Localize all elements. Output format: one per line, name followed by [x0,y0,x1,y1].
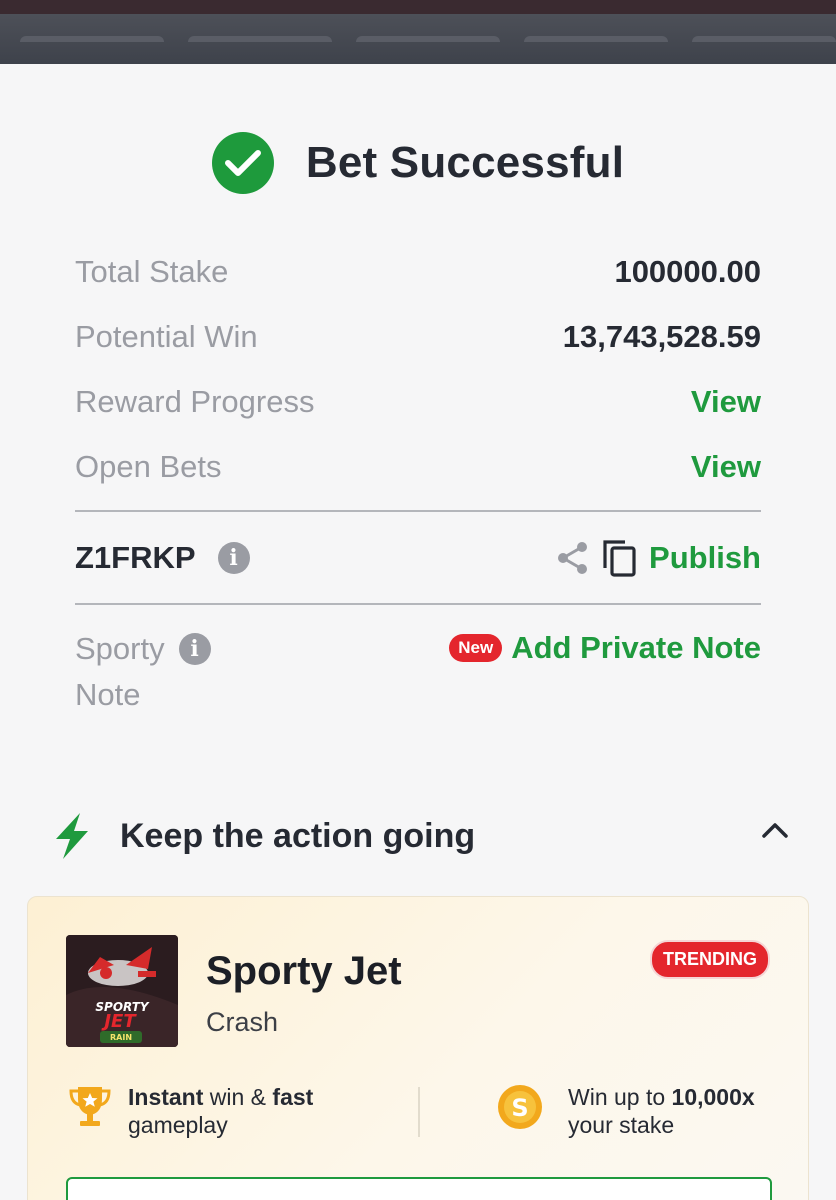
potential-win-row: Potential Win 13,743,528.59 [75,315,761,359]
feature-text-bold: 10,000x [671,1084,755,1110]
reward-progress-label: Reward Progress [75,384,315,419]
coin-icon: S [498,1085,542,1129]
top-tab[interactable] [20,36,164,42]
sporty-note-label-line1: Sporty [75,631,165,666]
open-bets-label: Open Bets [75,449,222,484]
top-tab[interactable] [188,36,332,42]
feature-text: win & [203,1084,273,1110]
feature-text-bold: Instant [128,1084,204,1110]
game-category: Crash [206,1007,279,1037]
total-stake-label: Total Stake [75,254,229,289]
share-icon[interactable] [555,540,591,576]
feature-win-up-to: S Win up to 10,000x your stake [496,1083,755,1139]
info-icon[interactable]: i [217,542,250,574]
potential-win-label: Potential Win [75,319,258,354]
top-app-bar [0,0,836,64]
svg-text:JET: JET [101,1011,137,1032]
top-tab[interactable] [692,36,836,42]
add-private-note-group: New Add Private Note [449,630,761,666]
feature-instant-win: Instant win & fast gameplay [68,1083,313,1139]
trending-badge: TRENDING [650,940,770,979]
success-header: Bet Successful [0,128,836,198]
feature-text: gameplay [128,1112,228,1138]
svg-text:S: S [511,1094,528,1122]
game-thumbnail[interactable]: SPORTY JET RAIN [66,935,178,1047]
booking-code: Z1FRKP i [75,540,250,576]
sporty-note-row: Sporty i Note New Add Private Note [75,626,761,726]
new-badge: New [449,634,503,662]
top-tab[interactable] [356,36,500,42]
lightning-icon [56,813,88,859]
trophy-icon [69,1087,111,1126]
booking-code-row: Z1FRKP i Publish [75,532,761,584]
feature-win-up-to-text: Win up to 10,000x your stake [568,1083,755,1139]
check-circle-icon [211,132,274,194]
info-icon[interactable]: i [178,633,211,665]
divider [75,510,761,512]
page-title: Bet Successful [305,138,625,187]
copy-icon[interactable] [601,538,639,578]
total-stake-value: 100000.00 [614,254,761,289]
chevron-up-icon[interactable] [760,820,790,840]
game-card[interactable]: SPORTY JET RAIN Sporty Jet Crash TRENDIN… [27,896,809,1200]
potential-win-value: 13,743,528.59 [562,319,761,354]
booking-actions: Publish [555,538,761,578]
top-tabs-strip [0,36,836,46]
sporty-note-label-line2: Note [75,677,141,712]
feature-separator [418,1087,420,1137]
top-tab[interactable] [524,36,668,42]
total-stake-row: Total Stake 100000.00 [75,250,761,294]
add-private-note-link[interactable]: Add Private Note [511,630,761,666]
game-name: Sporty Jet [206,949,402,993]
feature-instant-win-text: Instant win & fast gameplay [128,1083,313,1139]
feature-text: Win up to [568,1084,672,1110]
booking-code-text: Z1FRKP [75,540,196,575]
publish-link[interactable]: Publish [649,540,761,576]
open-bets-row: Open Bets View [75,445,761,489]
promo-section-header: Keep the action going [50,808,790,864]
divider [75,603,761,605]
sporty-note-label: Sporty i Note [75,626,211,718]
feature-text: your stake [568,1112,675,1138]
promo-section-title: Keep the action going [120,816,476,855]
reward-progress-row: Reward Progress View [75,380,761,424]
reward-progress-view-link[interactable]: View [691,384,761,420]
feature-text-bold: fast [272,1084,314,1110]
open-bets-view-link[interactable]: View [691,449,761,485]
svg-text:RAIN: RAIN [110,1033,132,1042]
play-button[interactable] [66,1177,772,1200]
